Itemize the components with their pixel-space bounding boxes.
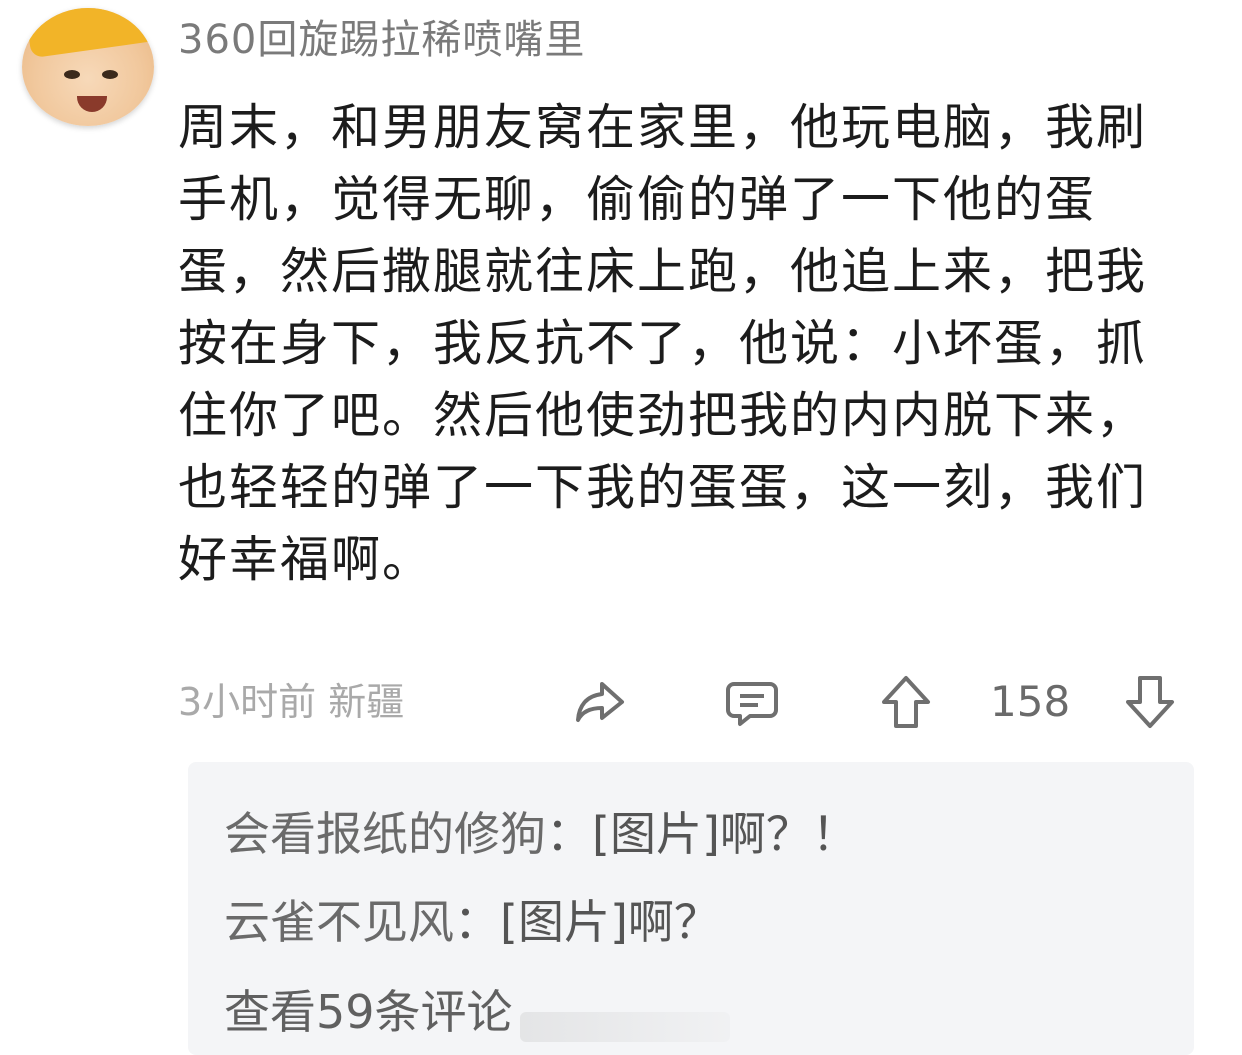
post-body-text: 周末，和男朋友窝在家里，他玩电脑，我刷手机，觉得无聊，偷偷的弹了一下他的蛋蛋，然… [178, 99, 1148, 588]
avatar-crown-decoration [25, 8, 154, 59]
avatar-left-eye [64, 70, 80, 79]
down-arrow-icon [1126, 676, 1174, 728]
comment-content: [图片]啊？ [500, 895, 720, 949]
share-arrow-icon [576, 682, 624, 722]
post-time-location: 3小时前 新疆 [178, 680, 405, 724]
upvote-count: 158 [990, 677, 1071, 726]
comment-separator: ： [546, 807, 592, 861]
comment-button[interactable] [722, 672, 782, 732]
comment-author[interactable]: 会看报纸的修狗 [224, 807, 546, 861]
comment-author[interactable]: 云雀不见风 [224, 895, 454, 949]
comment-item[interactable]: 会看报纸的修狗：[图片]啊？！ [224, 804, 858, 864]
avatar-mouth [77, 96, 107, 112]
post-username[interactable]: 360回旋踢拉稀喷嘴里 [178, 14, 585, 66]
view-all-comments-link[interactable]: 查看59条评论 [224, 982, 513, 1042]
downvote-button[interactable] [1120, 672, 1180, 732]
comment-item[interactable]: 云雀不见风：[图片]啊？ [224, 892, 720, 952]
comment-separator: ： [454, 895, 500, 949]
comment-bubble-icon [726, 682, 778, 726]
share-button[interactable] [570, 672, 630, 732]
up-arrow-icon [882, 676, 930, 728]
watermark-blur [520, 1012, 730, 1042]
user-avatar[interactable] [22, 8, 154, 126]
avatar-right-eye [102, 70, 118, 79]
upvote-button[interactable] [876, 672, 936, 732]
comment-content: [图片]啊？！ [592, 807, 858, 861]
